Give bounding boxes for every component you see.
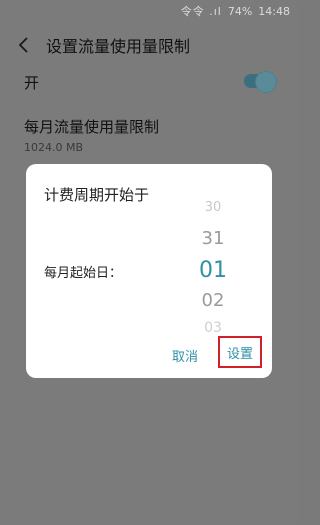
day-picker[interactable]: 30 31 01 02 03 [192, 196, 234, 346]
back-button[interactable] [14, 35, 34, 55]
set-button[interactable]: 设置 [218, 336, 262, 368]
app-bar: 设置流量使用量限制 [0, 22, 298, 68]
monthly-limit-label: 每月流量使用量限制 [24, 118, 160, 136]
picker-option[interactable]: 02 [192, 290, 234, 311]
picker-option[interactable]: 31 [192, 228, 234, 249]
monthly-limit-value: 1024.0 MB [24, 141, 84, 154]
monthly-limit-row[interactable]: 每月流量使用量限制 1024.0 MB [24, 116, 274, 154]
status-bar: 令令 .ıl 74% 14:48 [0, 0, 298, 22]
phone-screen: 令令 .ıl 74% 14:48 设置流量使用量限制 开 每月流量使用量限制 1… [0, 0, 298, 525]
signal-icon: 令令 .ıl [180, 5, 222, 18]
toggle-label: 开 [24, 74, 40, 92]
data-limit-toggle[interactable] [244, 71, 277, 93]
start-day-label: 每月起始日： [44, 266, 123, 281]
billing-cycle-dialog: 计费周期开始于 每月起始日： 30 31 01 02 03 取消 设置 [26, 164, 272, 378]
chevron-left-icon [18, 37, 28, 53]
toggle-row[interactable]: 开 [24, 72, 274, 93]
picker-option-selected[interactable]: 01 [192, 258, 234, 283]
battery-level: 74% [227, 4, 253, 18]
page-title: 设置流量使用量限制 [46, 37, 191, 56]
picker-option[interactable]: 03 [192, 320, 234, 336]
toggle-knob [255, 71, 277, 93]
dialog-title: 计费周期开始于 [44, 186, 150, 204]
clock: 14:48 [258, 4, 290, 18]
picker-option[interactable]: 30 [192, 200, 234, 215]
cancel-button[interactable]: 取消 [172, 346, 198, 365]
